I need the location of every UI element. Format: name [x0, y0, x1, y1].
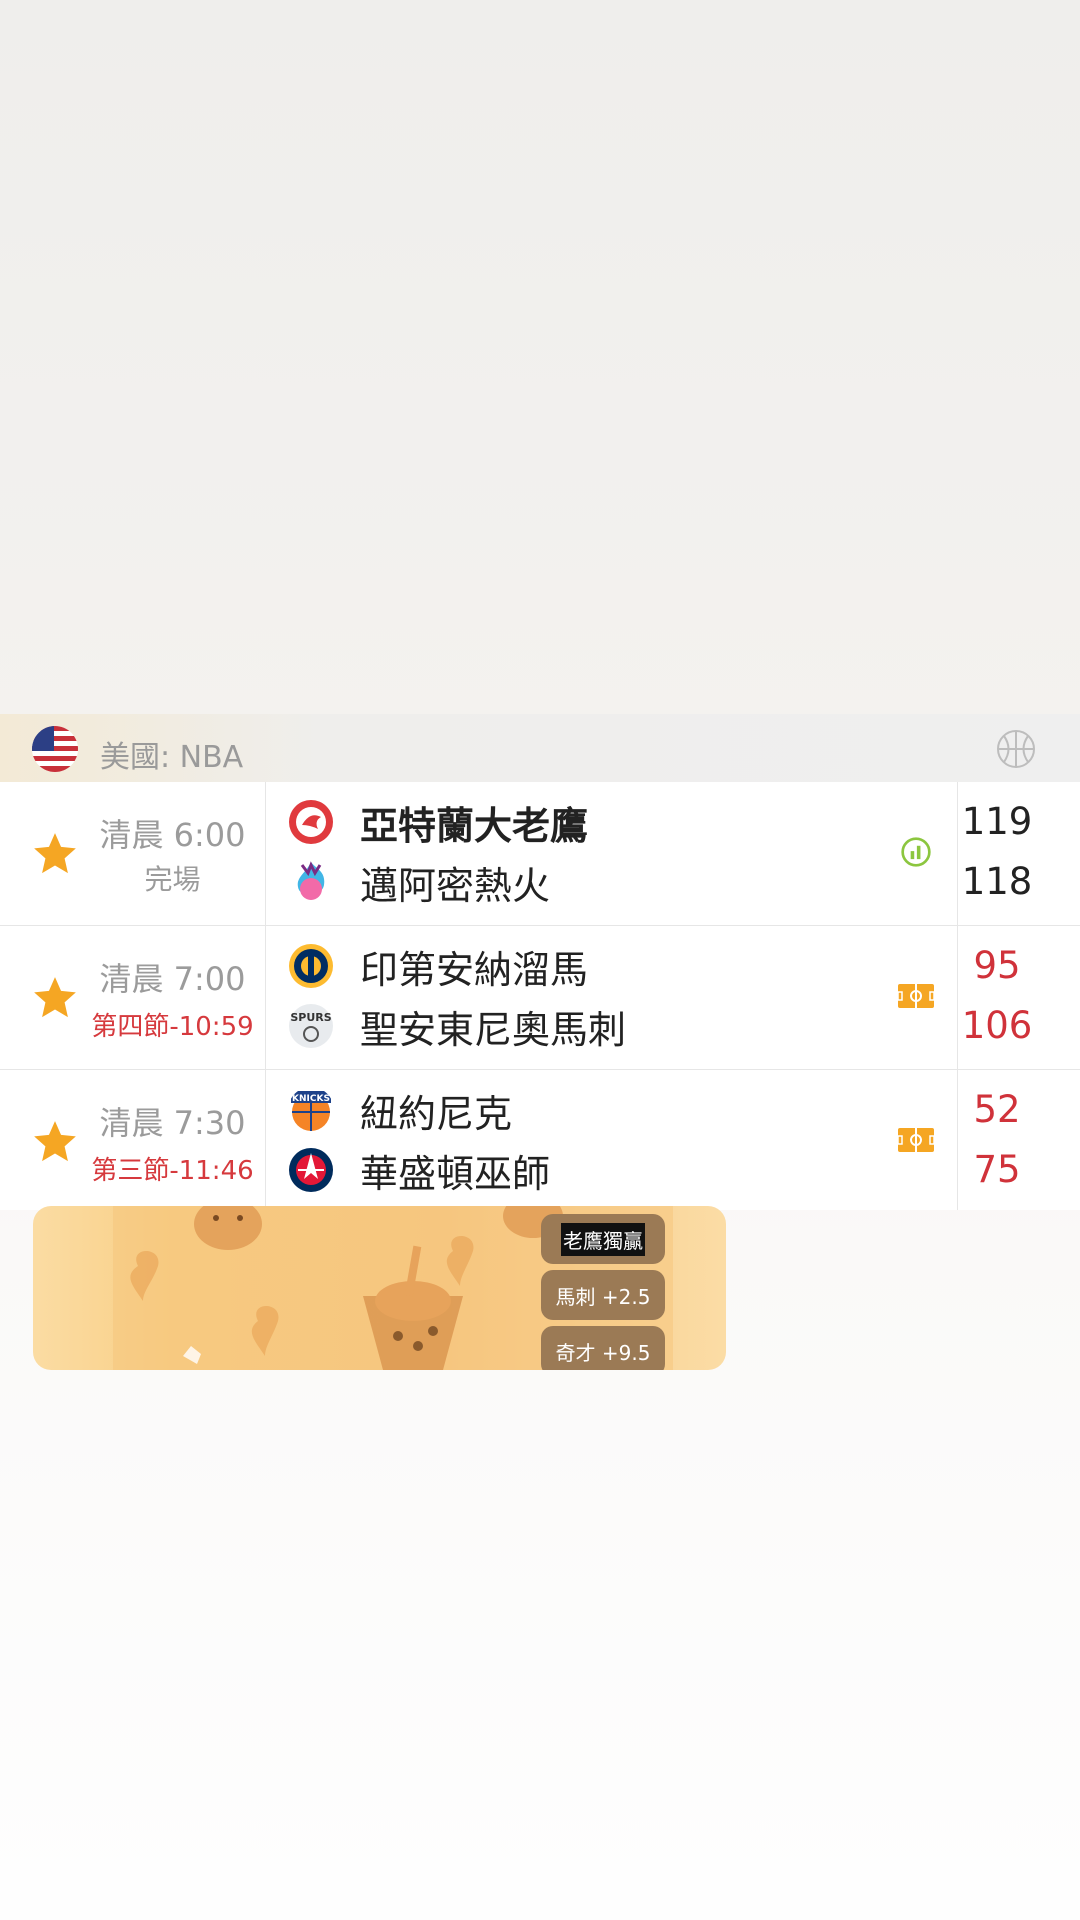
team-name: 聖安東尼奧馬刺 [360, 1007, 627, 1052]
bet-option[interactable]: 馬刺 +2.5 [541, 1270, 665, 1320]
knicks-logo: KNICKS [291, 1091, 331, 1131]
league-header[interactable]: 美國: NBA [0, 714, 1080, 782]
game-row[interactable]: 清晨 7:30 第三節-11:46 KNICKS 紐約尼克 華盛頓巫師 52 7… [0, 1070, 1080, 1210]
star-icon[interactable] [30, 829, 80, 879]
team-name: 紐約尼克 [360, 1091, 513, 1136]
basketball-icon [997, 730, 1035, 768]
score-home: 119 [961, 800, 1033, 843]
game-status: 第四節-10:59 [91, 1012, 254, 1042]
game-time: 清晨 7:30 [99, 1104, 246, 1142]
score-home: 95 [973, 944, 1021, 987]
team-name: 邁阿密熱火 [360, 863, 551, 908]
team-name: 亞特蘭大老鷹 [360, 803, 589, 848]
bet-option[interactable]: 老鷹獨贏 [541, 1214, 665, 1264]
game-status: 第三節-11:46 [91, 1156, 254, 1186]
pacers-logo [289, 944, 333, 988]
svg-text:KNICKS: KNICKS [292, 1094, 330, 1104]
heat-logo [297, 861, 325, 900]
team-name: 印第安納溜馬 [360, 947, 589, 992]
score-away: 75 [973, 1148, 1021, 1191]
svg-text:SPURS: SPURS [290, 1011, 331, 1024]
team-away: 華盛頓巫師 [288, 1144, 550, 1196]
games-list: 清晨 6:00 完場 亞特蘭大老鷹 邁阿密熱火 119 118 清晨 7:00 … [0, 782, 1080, 1210]
court-icon[interactable] [898, 980, 934, 1012]
court-icon[interactable] [898, 1124, 934, 1156]
league-name: 美國: NBA [100, 740, 244, 775]
bet-option[interactable]: 奇才 +9.5 [541, 1326, 665, 1370]
ad-banner[interactable]: 老鷹獨贏 馬刺 +2.5 奇才 +9.5 [33, 1206, 726, 1370]
team-name: 華盛頓巫師 [360, 1151, 551, 1196]
us-flag-icon [32, 726, 78, 772]
spurs-logo: SPURS [289, 1004, 333, 1048]
score-away: 106 [961, 1004, 1033, 1047]
team-away: SPURS 聖安東尼奧馬刺 [288, 1000, 626, 1052]
score-home: 52 [973, 1088, 1021, 1131]
game-time: 清晨 6:00 [99, 816, 246, 854]
score-away: 118 [961, 860, 1033, 903]
star-icon[interactable] [30, 973, 80, 1023]
team-away: 邁阿密熱火 [288, 856, 550, 908]
hawks-logo [289, 800, 333, 844]
team-home: KNICKS 紐約尼克 [288, 1084, 512, 1136]
game-time: 清晨 7:00 [99, 960, 246, 998]
game-row[interactable]: 清晨 7:00 第四節-10:59 印第安納溜馬 SPURS 聖安東尼奧馬刺 9… [0, 926, 1080, 1070]
team-home: 印第安納溜馬 [288, 940, 588, 992]
game-status: 完場 [144, 863, 201, 896]
stats-icon[interactable] [898, 836, 934, 868]
game-row[interactable]: 清晨 6:00 完場 亞特蘭大老鷹 邁阿密熱火 119 118 [0, 782, 1080, 926]
star-icon[interactable] [30, 1117, 80, 1167]
team-home: 亞特蘭大老鷹 [288, 796, 588, 848]
wizards-logo [289, 1148, 333, 1192]
